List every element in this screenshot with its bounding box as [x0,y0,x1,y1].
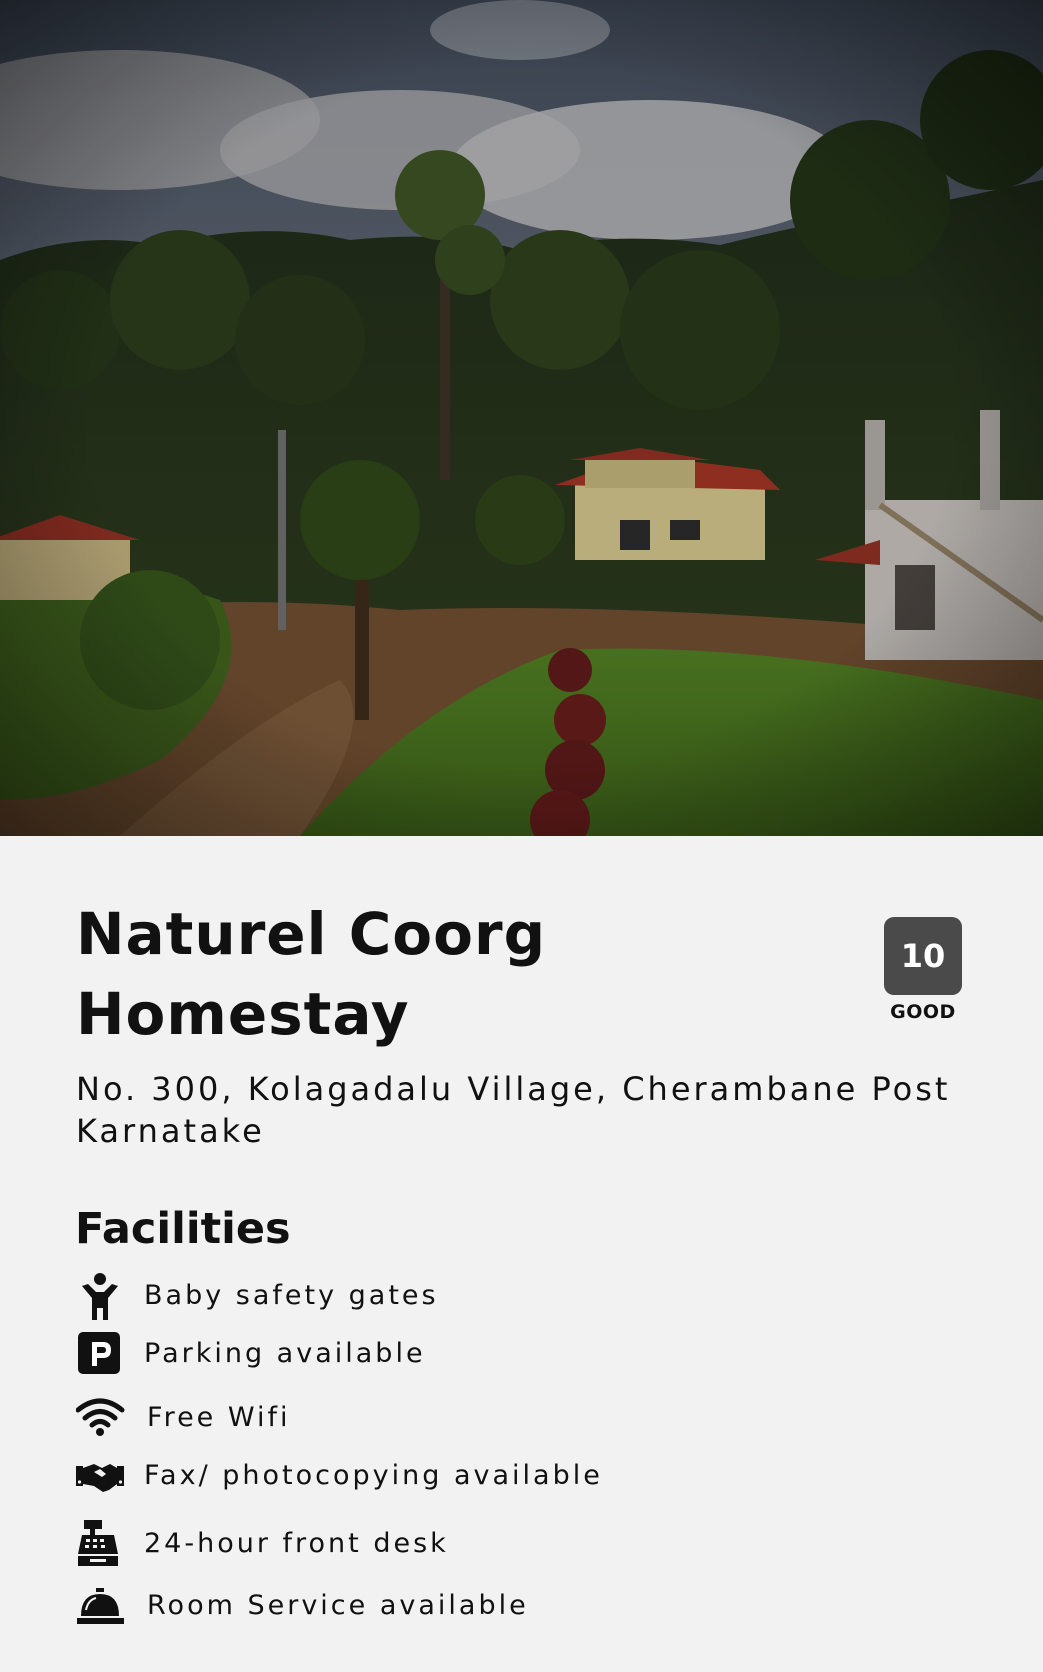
cash-register-icon [76,1518,128,1570]
property-info-panel: Naturel Coorg Homestay 10 GOOD No. 300, … [0,836,1043,1672]
parking-icon [76,1328,128,1380]
facility-item-front-desk: 24-hour front desk [76,1518,976,1570]
child-icon [76,1270,128,1322]
property-name-line2: Homestay [76,980,410,1048]
service-bell-icon [76,1580,128,1632]
handshake-icon [76,1450,128,1502]
facility-label: Free Wifi [147,1402,291,1433]
rating-score: 10 [884,917,962,995]
facility-item-room-service: Room Service available [76,1580,976,1632]
facility-item-wifi: Free Wifi [75,1392,976,1444]
facility-item-baby-safety-gates: Baby safety gates [76,1270,976,1322]
rating-label: GOOD [890,1001,956,1023]
homestay-photo [0,0,1043,836]
facility-label: Fax/ photocopying available [144,1460,603,1491]
property-address: No. 300, Kolagadalu Village, Cherambane … [76,1068,1016,1152]
facility-label: Room Service available [147,1590,529,1621]
property-name-line1: Naturel Coorg [76,900,547,968]
address-line2: Karnatake [76,1112,265,1150]
facility-item-fax: Fax/ photocopying available [76,1450,976,1502]
facilities-heading: Facilities [75,1204,291,1254]
facility-label: Baby safety gates [144,1280,439,1311]
address-line1: No. 300, Kolagadalu Village, Cherambane … [76,1070,951,1108]
facility-label: 24-hour front desk [144,1528,449,1559]
wifi-icon [75,1392,128,1444]
hero-image [0,0,1043,836]
facility-label: Parking available [144,1338,426,1369]
rating-badge: 10 GOOD [884,917,962,1023]
property-name: Naturel Coorg Homestay [76,894,776,1054]
facility-item-parking: Parking available [76,1328,976,1380]
